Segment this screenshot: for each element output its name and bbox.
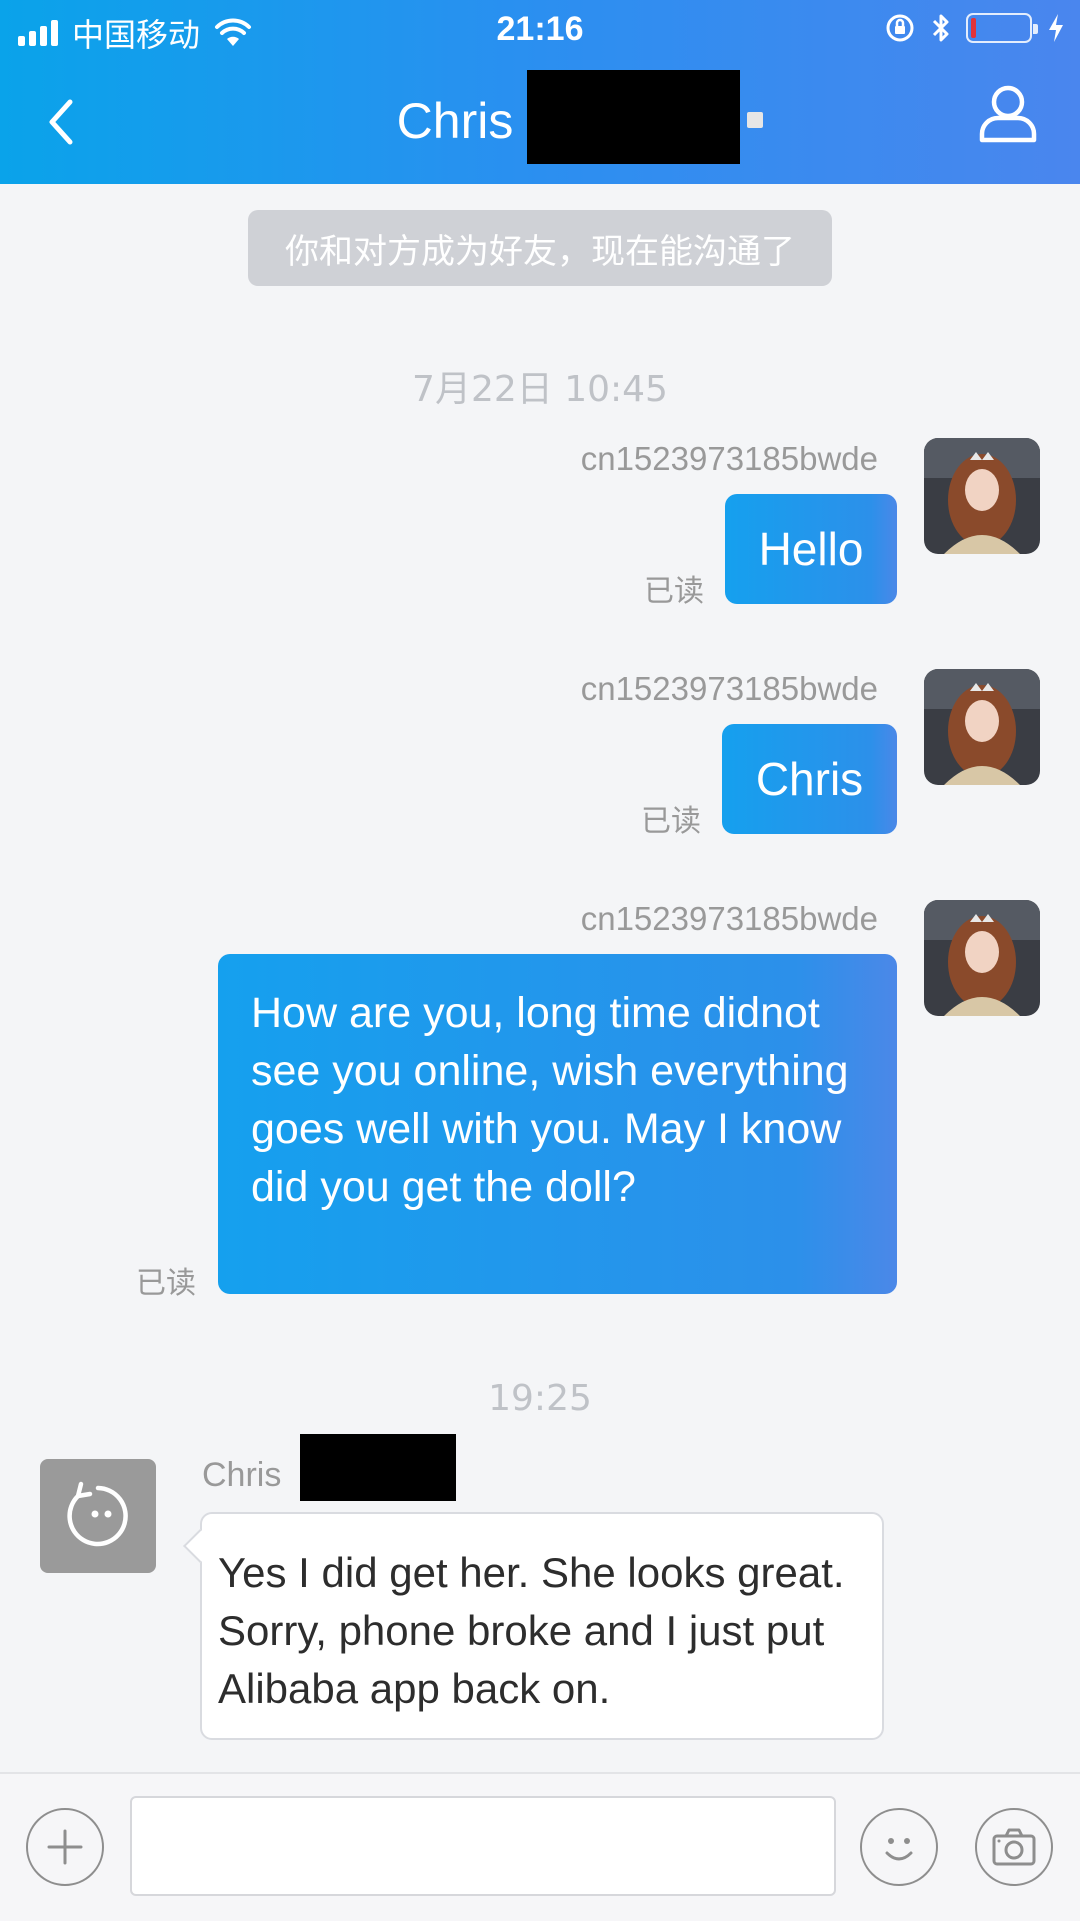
read-status: 已读 — [644, 574, 704, 609]
avatar-image — [924, 669, 1040, 785]
camera-button[interactable] — [975, 1808, 1053, 1886]
user-avatar[interactable] — [924, 438, 1040, 554]
contact-avatar[interactable] — [40, 1459, 156, 1573]
chat-title: Chris — [0, 70, 1080, 164]
message-bubble-outgoing[interactable]: Hello — [725, 494, 897, 604]
sender-name: cn1523973185bwde — [580, 670, 878, 707]
smiley-icon — [885, 1838, 913, 1861]
online-indicator — [747, 112, 764, 128]
timestamp: 19:25 — [488, 1378, 592, 1419]
navigation-bar: Chris — [0, 60, 1080, 184]
default-avatar-icon — [67, 1481, 128, 1547]
read-status: 已读 — [136, 1266, 196, 1301]
camera-icon — [992, 1828, 1036, 1866]
sender-name: cn1523973185bwde — [580, 900, 878, 937]
message-bubble-outgoing[interactable]: How are you, long time didnot see you on… — [218, 954, 897, 1294]
system-note: 你和对方成为好友，现在能沟通了 — [248, 210, 832, 286]
emoji-button[interactable] — [860, 1808, 938, 1886]
sender-name: cn1523973185bwde — [580, 440, 878, 477]
status-bar: 中国移动 21:16 — [0, 0, 1080, 60]
orientation-lock-icon — [886, 14, 914, 42]
user-avatar[interactable] — [924, 900, 1040, 1016]
bluetooth-icon — [932, 14, 949, 42]
app-header: 中国移动 21:16 Chris — [0, 0, 1080, 184]
message-input-bar — [0, 1772, 1080, 1921]
timestamp: 7月22日 10:45 — [412, 369, 668, 410]
avatar-image — [924, 900, 1040, 1016]
user-icon[interactable] — [976, 82, 1040, 146]
avatar-image — [924, 438, 1040, 554]
battery-icon — [966, 13, 1038, 43]
contact-name: Chris — [396, 93, 514, 149]
sender-name: Chris — [202, 1456, 282, 1494]
user-avatar[interactable] — [924, 669, 1040, 785]
message-input[interactable] — [130, 1796, 836, 1896]
read-status: 已读 — [641, 804, 701, 839]
message-bubble-outgoing[interactable]: Chris — [722, 724, 897, 834]
message-bubble-incoming[interactable]: Yes I did get her. She looks great. Sorr… — [200, 1512, 884, 1740]
charging-icon — [1049, 14, 1063, 42]
plus-icon — [47, 1829, 83, 1865]
add-attachment-button[interactable] — [26, 1808, 104, 1886]
status-right — [884, 12, 1066, 44]
redaction-box — [300, 1434, 456, 1501]
redaction-box — [527, 70, 741, 164]
